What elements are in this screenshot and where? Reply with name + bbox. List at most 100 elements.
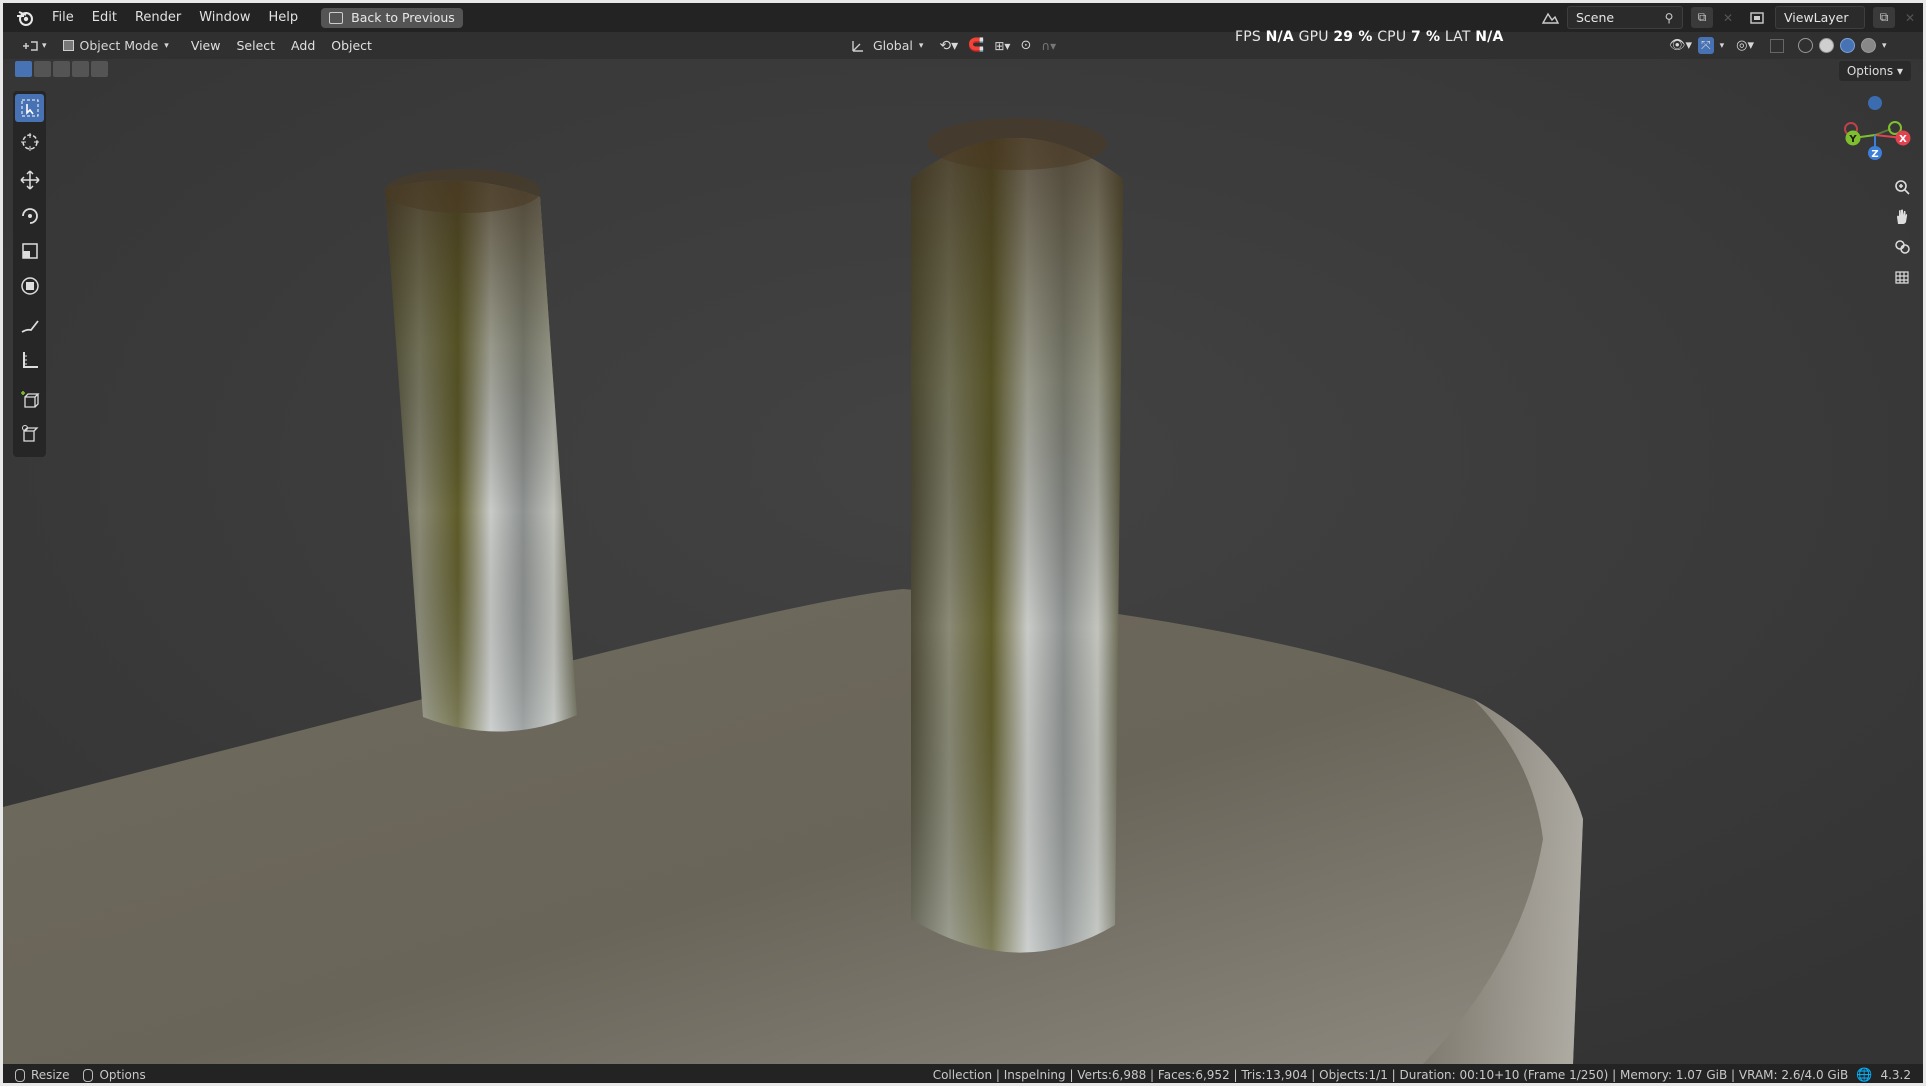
pan-hand-icon[interactable]	[1889, 204, 1915, 230]
cylinder-right	[911, 118, 1123, 953]
delete-scene-icon[interactable]: ✕	[1717, 7, 1739, 28]
camera-view-icon[interactable]	[1889, 234, 1915, 260]
gpu-value: 29 %	[1333, 29, 1373, 45]
back-to-previous-label: Back to Previous	[351, 10, 455, 25]
scene-selector[interactable]: Scene ⚲	[1567, 6, 1683, 29]
fps-label: FPS	[1235, 29, 1261, 45]
gizmo-y-label: Y	[1848, 134, 1857, 145]
topbar-right: Scene ⚲ ⧉ ✕ ViewLayer ⧉ ✕	[1533, 3, 1923, 32]
3d-viewport[interactable]	[3, 59, 1923, 1064]
back-to-previous-button[interactable]: Back to Previous	[321, 7, 463, 28]
options-dropdown[interactable]: Options ▾	[1838, 61, 1911, 81]
wireframe-shading-icon[interactable]	[1798, 38, 1814, 53]
status-bar-left: Resize Options	[15, 1068, 146, 1082]
new-scene-icon[interactable]: ⧉	[1691, 7, 1713, 28]
move-tool-icon[interactable]	[15, 166, 44, 194]
object-mode-dropdown[interactable]: Object Mode ▾	[57, 35, 175, 56]
selection-mode-buttons	[15, 61, 108, 77]
scene-browse-icon[interactable]	[1535, 7, 1565, 28]
lat-label: LAT	[1444, 29, 1471, 45]
select-new-icon[interactable]	[15, 61, 32, 77]
snap-icon[interactable]: 🧲	[968, 38, 984, 53]
blender-window: File Edit Render Window Help Back to Pre…	[0, 0, 1926, 1086]
status-bar-right: Collection | Inspelning | Verts:6,988 | …	[932, 1064, 1911, 1083]
menu-object[interactable]: Object	[323, 38, 380, 53]
viewport-header: ▾ Object Mode ▾ View Select Add Object G…	[3, 32, 1923, 59]
overlays-icon[interactable]: ◎▾	[1736, 38, 1754, 53]
perspective-toggle-icon[interactable]	[1889, 264, 1915, 290]
select-extend-icon[interactable]	[34, 61, 51, 77]
options-label: Options	[1846, 64, 1894, 78]
menu-select[interactable]: Select	[228, 38, 283, 53]
header-shading-controls: 👁▾ ⤧ ▾ ◎▾ ▾	[1669, 32, 1887, 59]
proportional-editing-icon[interactable]: ⊙	[1020, 38, 1031, 53]
chevron-down-icon[interactable]: ▾	[1882, 41, 1887, 51]
new-view-layer-icon[interactable]: ⧉	[1873, 7, 1895, 28]
menu-view[interactable]: View	[183, 38, 229, 53]
gizmo-z-label: Z	[1871, 149, 1878, 160]
pivot-point-icon[interactable]: ⟲▾	[939, 38, 958, 54]
status-action-options: Options	[99, 1068, 146, 1082]
menu-add[interactable]: Add	[283, 38, 323, 53]
chevron-down-icon[interactable]: ▾	[1720, 41, 1725, 51]
chevron-down-icon: ▾	[164, 40, 169, 51]
navigation-gizmo[interactable]: X Y Z	[1833, 93, 1913, 173]
view-layer-name[interactable]: ViewLayer	[1776, 10, 1864, 25]
select-intersect-icon[interactable]	[91, 61, 108, 77]
menu-render[interactable]: Render	[126, 3, 190, 32]
rotate-tool-icon[interactable]	[15, 202, 44, 230]
snap-target-icon[interactable]: ⊞▾	[994, 39, 1010, 53]
viewlayer-browse-icon[interactable]	[1743, 7, 1773, 28]
select-invert-icon[interactable]	[72, 61, 89, 77]
performance-stats: FPS N/A GPU 29 % CPU 7 % LAT N/A	[1235, 29, 1504, 45]
status-action-resize: Resize	[31, 1068, 70, 1082]
transform-tool-icon[interactable]	[15, 272, 44, 300]
status-bar: Resize Options Collection | Inspelning |…	[3, 1064, 1923, 1083]
network-globe-icon[interactable]: 🌐	[1856, 1068, 1872, 1083]
cpu-value: 7 %	[1410, 29, 1441, 45]
gpu-label: GPU	[1298, 29, 1329, 45]
orientation-axes-icon	[852, 40, 863, 52]
annotate-tool-icon[interactable]	[15, 312, 44, 340]
scene-name[interactable]: Scene	[1568, 10, 1656, 25]
back-screen-icon	[329, 11, 344, 24]
xray-icon[interactable]	[1770, 38, 1785, 53]
select-subtract-icon[interactable]	[53, 61, 70, 77]
fps-value: N/A	[1265, 29, 1294, 45]
mouse-right-icon	[83, 1068, 94, 1082]
zoom-icon[interactable]	[1889, 174, 1915, 200]
header-transform-tools: Global ▾ ⟲▾ 🧲 ⊞▾ ⊙ ∩▾	[845, 32, 1056, 59]
gizmo-x-label: X	[1899, 134, 1907, 145]
editor-type-dropdown[interactable]: ▾	[15, 35, 53, 56]
extra-tool-icon[interactable]	[15, 420, 44, 448]
scene-statistics: Collection | Inspelning | Verts:6,988 | …	[932, 1068, 1849, 1082]
chevron-down-icon: ▾	[918, 40, 924, 51]
add-cube-tool-icon[interactable]	[15, 386, 44, 414]
top-menu-bar: File Edit Render Window Help Back to Pre…	[3, 3, 1923, 32]
cursor-tool-icon[interactable]	[15, 128, 44, 156]
gizmo-toggle-icon[interactable]: ⤧	[1698, 37, 1714, 54]
cpu-label: CPU	[1377, 29, 1407, 45]
rendered-shading-icon[interactable]	[1861, 38, 1877, 53]
chevron-down-icon: ▾	[42, 40, 47, 51]
measure-tool-icon[interactable]	[15, 346, 44, 374]
tool-shelf	[13, 91, 46, 457]
falloff-icon[interactable]: ∩▾	[1041, 39, 1056, 53]
solid-shading-icon[interactable]	[1819, 38, 1835, 53]
object-mode-label: Object Mode	[79, 38, 159, 53]
menu-edit[interactable]: Edit	[83, 3, 126, 32]
editor-type-icon	[23, 40, 38, 51]
pin-icon[interactable]: ⚲	[1658, 7, 1680, 28]
view-layer-selector[interactable]: ViewLayer	[1775, 6, 1865, 29]
menu-file[interactable]: File	[43, 3, 83, 32]
blender-logo-icon[interactable]	[15, 8, 35, 28]
transform-orientation-dropdown[interactable]: Global ▾	[845, 35, 929, 56]
lat-value: N/A	[1475, 29, 1504, 45]
visibility-icon[interactable]: 👁▾	[1669, 38, 1692, 53]
material-preview-shading-icon[interactable]	[1840, 38, 1856, 53]
scale-tool-icon[interactable]	[15, 237, 44, 265]
menu-window[interactable]: Window	[190, 3, 259, 32]
menu-help[interactable]: Help	[260, 3, 308, 32]
select-box-tool-icon[interactable]	[15, 94, 44, 122]
delete-view-layer-icon[interactable]: ✕	[1899, 7, 1921, 28]
